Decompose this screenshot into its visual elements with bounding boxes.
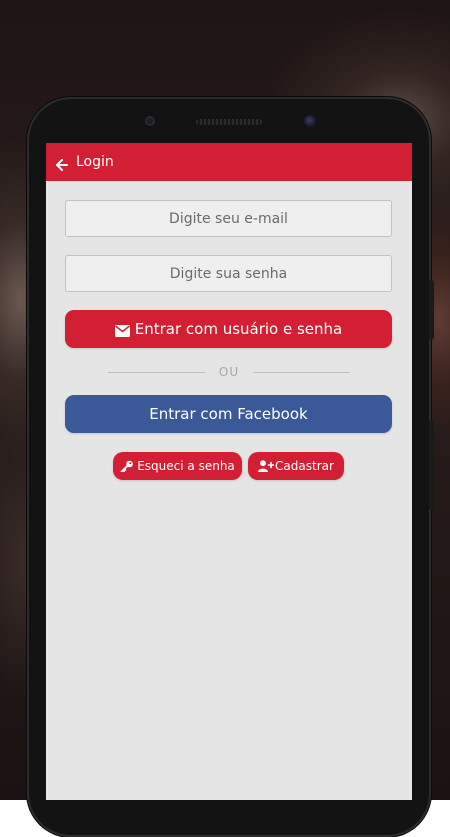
or-divider: OU <box>108 364 351 380</box>
register-button[interactable]: Cadastrar <box>248 452 344 480</box>
facebook-login-button[interactable]: Entrar com Facebook <box>65 395 392 433</box>
page-title: Login <box>76 154 114 170</box>
login-button[interactable]: Entrar com usuário e senha <box>65 310 392 348</box>
facebook-button-label: Entrar com Facebook <box>149 405 308 423</box>
app-screen: Login Entrar com usuário e senha OU Entr… <box>46 143 412 800</box>
divider-line <box>253 371 351 373</box>
front-camera <box>145 116 155 126</box>
login-button-label: Entrar com usuário e senha <box>134 320 343 338</box>
email-field[interactable] <box>65 200 392 237</box>
app-header: Login <box>46 143 412 181</box>
key-icon <box>120 460 134 473</box>
divider-line <box>108 371 205 373</box>
phone-side-button <box>429 420 434 510</box>
proximity-sensor <box>304 115 316 127</box>
user-plus-icon <box>258 460 275 472</box>
divider-text: OU <box>218 365 240 379</box>
phone-side-button <box>429 280 434 340</box>
password-field[interactable] <box>65 255 392 292</box>
earpiece-speaker <box>196 119 262 125</box>
forgot-password-button[interactable]: Esqueci a senha <box>113 452 242 480</box>
arrow-left-icon[interactable] <box>56 156 68 171</box>
register-label: Cadastrar <box>275 459 334 473</box>
envelope-icon <box>114 323 130 337</box>
forgot-password-label: Esqueci a senha <box>137 459 235 473</box>
